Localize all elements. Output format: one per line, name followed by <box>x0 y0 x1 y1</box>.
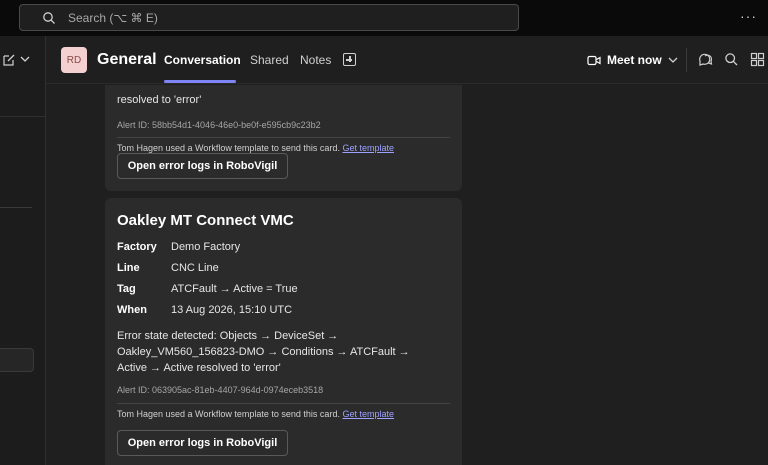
card-message: resolved to 'error' <box>117 94 202 106</box>
search-placeholder: Search (⌥ ⌘ E) <box>68 11 158 25</box>
chevron-down-icon[interactable] <box>668 56 678 64</box>
list-item[interactable] <box>0 348 34 372</box>
card-footer: Tom Hagen used a Workflow template to se… <box>117 409 394 419</box>
adaptive-card: Oakley MT Connect VMC Factory Demo Facto… <box>105 198 462 465</box>
divider <box>0 207 32 208</box>
channel-header: RD General Conversation Shared Notes Mee… <box>46 36 768 84</box>
conversation-feed[interactable]: resolved to 'error' Alert ID: 58bb54d1-4… <box>46 85 768 465</box>
meet-now-button[interactable]: Meet now <box>607 53 662 67</box>
search-icon[interactable] <box>724 52 739 67</box>
tab-shared[interactable]: Shared <box>250 53 289 67</box>
fact-value: ATCFault → Active = True <box>171 283 298 295</box>
search-input[interactable]: Search (⌥ ⌘ E) <box>19 4 519 31</box>
card-footer: Tom Hagen used a Workflow template to se… <box>117 143 394 153</box>
more-options-icon[interactable]: ··· <box>740 8 757 24</box>
footer-text: Tom Hagen used a Workflow template to se… <box>117 409 340 419</box>
adaptive-card: resolved to 'error' Alert ID: 58bb54d1-4… <box>105 85 462 191</box>
fact-key: Tag <box>117 283 136 295</box>
search-icon <box>43 12 55 24</box>
fact-key: When <box>117 304 147 316</box>
message-line: Active → Active resolved to 'error' <box>117 362 281 374</box>
open-error-logs-button[interactable]: Open error logs in RoboVigil <box>117 430 288 456</box>
fact-value: CNC Line <box>171 262 219 274</box>
compose-icon[interactable] <box>2 53 16 67</box>
team-avatar[interactable]: RD <box>61 47 87 73</box>
fact-value: 13 Aug 2026, 15:10 UTC <box>171 304 293 316</box>
tab-notes[interactable]: Notes <box>300 53 331 67</box>
apps-grid-icon[interactable] <box>750 52 765 67</box>
divider <box>117 137 450 138</box>
divider <box>0 116 46 117</box>
card-message: Error state detected: Objects → DeviceSe… <box>117 328 410 376</box>
active-tab-indicator <box>164 80 236 83</box>
message-line: Oakley_VM560_156823-DMO → Conditions → A… <box>117 346 410 358</box>
get-template-link[interactable]: Get template <box>342 409 394 419</box>
footer-text: Tom Hagen used a Workflow template to se… <box>117 143 340 153</box>
chevron-down-icon[interactable] <box>20 55 30 63</box>
divider <box>117 403 450 404</box>
alert-id: Alert ID: 58bb54d1-4046-46e0-be0f-e595cb… <box>117 120 321 130</box>
add-tab-icon[interactable] <box>343 53 356 66</box>
fact-key: Line <box>117 262 140 274</box>
get-template-link[interactable]: Get template <box>342 143 394 153</box>
channel-name: General <box>97 51 157 68</box>
chat-list-pane <box>0 36 46 465</box>
alert-id: Alert ID: 063905ac-81eb-4407-964d-0974ec… <box>117 385 324 395</box>
divider <box>686 48 687 72</box>
open-error-logs-button[interactable]: Open error logs in RoboVigil <box>117 153 288 179</box>
tab-conversation[interactable]: Conversation <box>164 53 241 67</box>
fact-value: Demo Factory <box>171 241 241 253</box>
video-camera-icon[interactable] <box>587 55 601 66</box>
card-title: Oakley MT Connect VMC <box>117 212 294 229</box>
chat-bubbles-icon[interactable] <box>698 52 713 67</box>
message-line: Error state detected: Objects → DeviceSe… <box>117 330 339 342</box>
title-bar: Search (⌥ ⌘ E) ··· <box>0 0 768 36</box>
fact-key: Factory <box>117 241 157 253</box>
